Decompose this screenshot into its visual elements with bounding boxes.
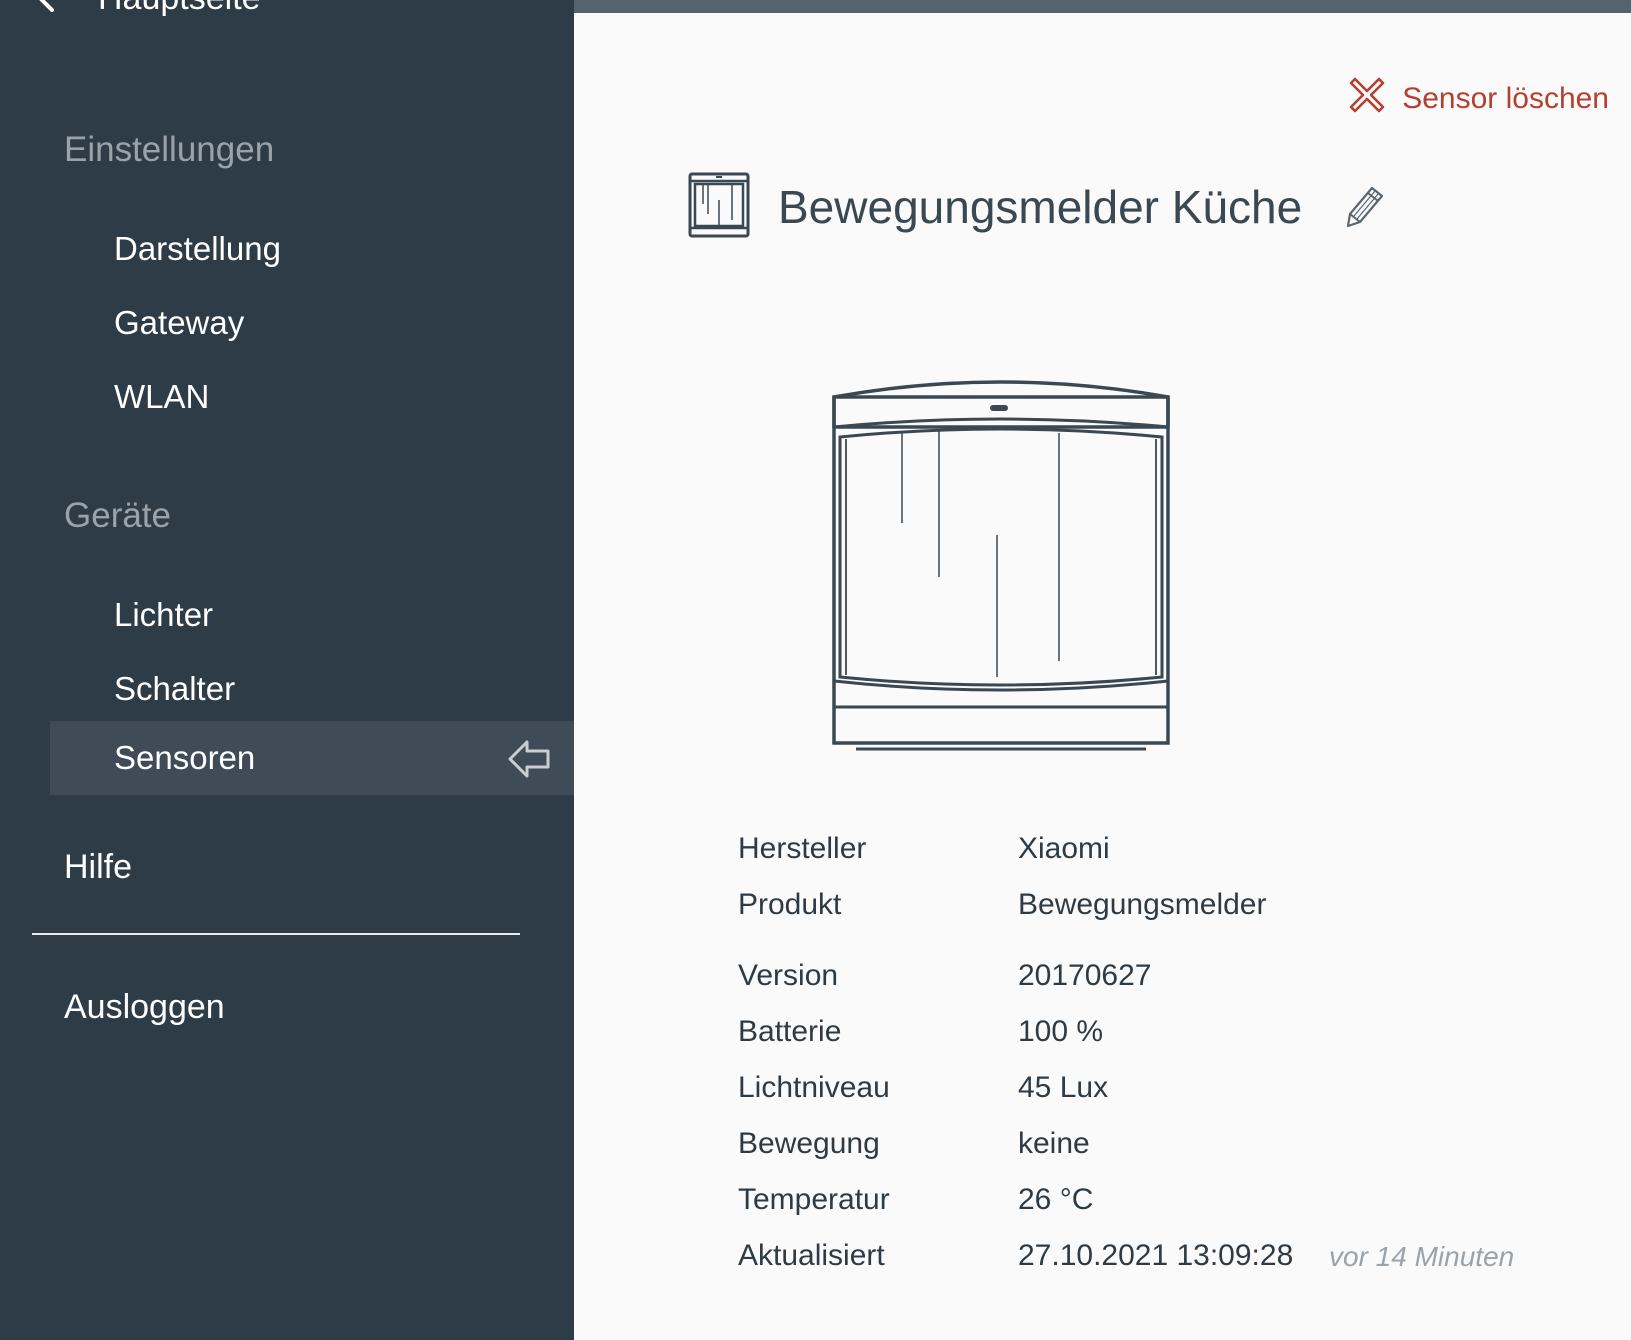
back-to-home-link[interactable]: Hauptseite (30, 0, 261, 18)
detail-label: Produkt (738, 888, 842, 921)
detail-value: 100 % (1018, 1015, 1104, 1048)
detail-row-motion: Bewegung keine (738, 1127, 1631, 1167)
detail-label: Lichtniveau (738, 1071, 890, 1104)
detail-label: Aktualisiert (738, 1239, 885, 1272)
sidebar-item-label: Schalter (114, 670, 236, 707)
pencil-icon[interactable] (1342, 180, 1388, 233)
sidebar-item-hilfe[interactable]: Hilfe (64, 848, 132, 887)
section-heading-devices: Geräte (64, 496, 171, 535)
top-bar (574, 0, 1631, 13)
detail-label: Batterie (738, 1015, 842, 1048)
sidebar: Hauptseite Einstellungen Darstellung Gat… (0, 0, 574, 1340)
relative-time: vor 14 Minuten (1329, 1241, 1515, 1272)
detail-label: Version (738, 959, 839, 992)
detail-row-temperature: Temperatur 26 °C (738, 1183, 1631, 1223)
sidebar-item-label: Lichter (114, 596, 214, 633)
back-link-label: Hauptseite (98, 0, 261, 18)
close-cross-icon (1348, 76, 1386, 122)
arrow-left-outline-icon (506, 738, 552, 788)
sidebar-item-darstellung[interactable]: Darstellung (50, 212, 574, 286)
arrow-left-icon (30, 0, 70, 18)
detail-value: Bewegungsmelder (1018, 888, 1267, 921)
sidebar-item-wlan[interactable]: WLAN (50, 360, 574, 434)
sidebar-item-label: Sensoren (114, 739, 256, 776)
sidebar-item-label: Gateway (114, 304, 245, 341)
detail-row-manufacturer: Hersteller Xiaomi (738, 832, 1631, 872)
delete-sensor-button[interactable]: Sensor löschen (1348, 76, 1609, 122)
motion-sensor-image (826, 375, 1176, 760)
sidebar-item-label: WLAN (114, 378, 210, 415)
detail-row-light-level: Lichtniveau 45 Lux (738, 1071, 1631, 1111)
sidebar-item-label: Darstellung (114, 230, 281, 267)
detail-value: Xiaomi (1018, 832, 1110, 865)
detail-value: 20170627 (1018, 959, 1152, 992)
device-title-row: Bewegungsmelder Küche (688, 170, 1388, 243)
delete-sensor-label: Sensor löschen (1402, 82, 1609, 115)
detail-label: Temperatur (738, 1183, 890, 1216)
detail-value: 27.10.2021 13:09:28 (1018, 1239, 1294, 1272)
detail-value: 26 °C (1018, 1183, 1094, 1216)
detail-label: Hersteller (738, 832, 867, 865)
sidebar-item-lichter[interactable]: Lichter (50, 578, 574, 652)
sidebar-item-gateway[interactable]: Gateway (50, 286, 574, 360)
detail-row-battery: Batterie 100 % (738, 1015, 1631, 1055)
device-title: Bewegungsmelder Küche (778, 180, 1303, 233)
detail-row-product: Produkt Bewegungsmelder (738, 888, 1631, 928)
sidebar-item-sensoren[interactable]: Sensoren (50, 721, 574, 795)
sidebar-item-schalter[interactable]: Schalter (50, 652, 574, 726)
detail-value: keine (1018, 1127, 1090, 1160)
logout-button[interactable]: Ausloggen (64, 988, 225, 1027)
section-heading-settings: Einstellungen (64, 130, 275, 169)
detail-row-version: Version 20170627 (738, 959, 1631, 999)
motion-sensor-icon (688, 170, 750, 243)
detail-label: Bewegung (738, 1127, 880, 1160)
detail-row-updated: Aktualisiert 27.10.2021 13:09:28 vor 14 … (738, 1239, 1631, 1279)
sidebar-divider (32, 933, 520, 935)
detail-value: 45 Lux (1018, 1071, 1109, 1104)
